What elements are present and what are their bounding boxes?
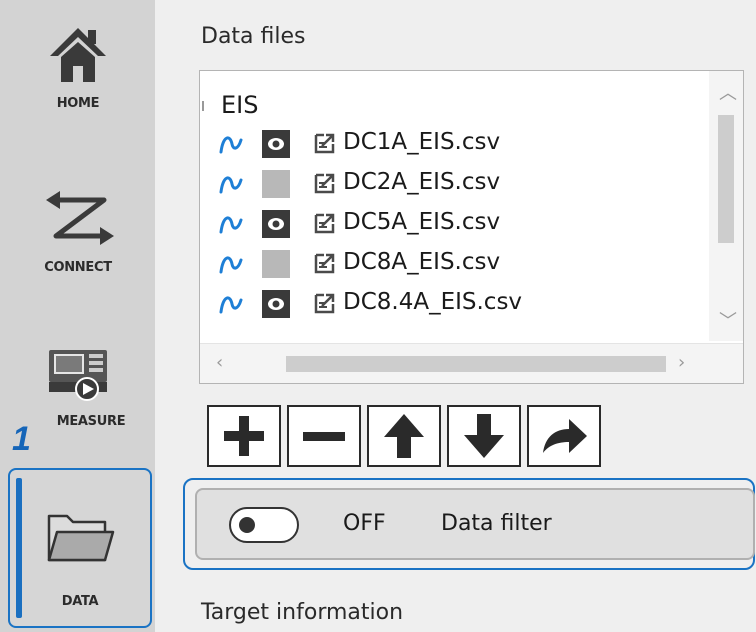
open-external-icon[interactable] — [312, 210, 338, 236]
horizontal-scrollbar[interactable]: ‹ › — [200, 343, 743, 383]
export-button[interactable] — [527, 405, 601, 467]
data-filter-highlight: OFF Data filter — [183, 478, 755, 570]
arrow-up-icon — [384, 414, 424, 458]
filter-state-text: OFF — [343, 511, 386, 536]
add-icon — [224, 416, 264, 456]
open-external-icon[interactable] — [312, 170, 338, 196]
measure-instrument-icon — [49, 350, 107, 401]
file-name: DC1A_EIS.csv — [343, 129, 501, 155]
remove-file-button[interactable] — [287, 405, 361, 467]
sidebar-item-label: CONNECT — [44, 260, 112, 275]
scroll-right-icon[interactable]: › — [678, 352, 685, 373]
file-row[interactable]: DC8.4A_EIS.csv — [218, 284, 698, 324]
move-up-button[interactable] — [367, 405, 441, 467]
active-indicator — [16, 478, 22, 618]
group-label[interactable]: EIS — [221, 91, 258, 119]
data-panel: Data files EIS DC1A_EIS.csv DC2A_EIS.csv D… — [155, 0, 756, 632]
file-name: DC8.4A_EIS.csv — [343, 289, 523, 315]
file-name: DC5A_EIS.csv — [343, 209, 501, 235]
scroll-up-icon[interactable]: ︿ — [719, 79, 737, 105]
sidebar: HOME CONNECT MEASURE DATA — [0, 0, 155, 632]
file-name: DC2A_EIS.csv — [343, 169, 501, 195]
file-name: DC8A_EIS.csv — [343, 249, 501, 275]
open-external-icon[interactable] — [312, 250, 338, 276]
data-files-list[interactable]: EIS DC1A_EIS.csv DC2A_EIS.csv DC5A_EIS.csv… — [199, 70, 744, 384]
waveform-icon — [219, 256, 243, 274]
vertical-scroll-thumb[interactable] — [718, 115, 734, 243]
waveform-icon — [219, 216, 243, 234]
step-callout-1: 1 — [12, 420, 31, 458]
sidebar-item-label: HOME — [56, 96, 100, 111]
vertical-scrollbar[interactable]: ︿ ﹀ — [709, 71, 743, 341]
eye-icon[interactable] — [262, 130, 290, 158]
tree-expander[interactable] — [202, 101, 204, 111]
file-row[interactable]: DC8A_EIS.csv — [218, 244, 698, 284]
open-external-icon[interactable] — [312, 130, 338, 156]
sidebar-item-home[interactable]: HOME — [8, 18, 148, 158]
hidden-eye-icon[interactable] — [262, 250, 290, 278]
file-row[interactable]: DC2A_EIS.csv — [218, 164, 698, 204]
scroll-down-icon[interactable]: ﹀ — [719, 307, 737, 333]
toggle-switch[interactable] — [229, 507, 299, 543]
folder-icon — [47, 514, 115, 562]
waveform-icon — [219, 296, 243, 314]
eye-icon[interactable] — [262, 290, 290, 318]
add-file-button[interactable] — [207, 405, 281, 467]
file-row[interactable]: DC1A_EIS.csv — [218, 124, 698, 164]
data-filter-toggle-button[interactable]: OFF Data filter — [195, 488, 755, 560]
waveform-icon — [219, 136, 243, 154]
sidebar-item-label: DATA — [61, 594, 99, 609]
share-arrow-icon — [543, 419, 587, 453]
horizontal-scroll-thumb[interactable] — [286, 356, 666, 372]
waveform-icon — [219, 176, 243, 194]
hidden-eye-icon[interactable] — [262, 170, 290, 198]
target-information-heading: Target information — [201, 600, 404, 625]
house-icon — [50, 28, 106, 82]
sidebar-item-data[interactable]: DATA — [8, 468, 152, 628]
sidebar-item-connect[interactable]: CONNECT — [8, 180, 148, 310]
scroll-left-icon[interactable]: ‹ — [216, 352, 223, 373]
connect-arrows-icon — [46, 191, 114, 245]
move-down-button[interactable] — [447, 405, 521, 467]
toggle-knob — [239, 517, 255, 533]
data-files-heading: Data files — [201, 24, 306, 49]
open-external-icon[interactable] — [312, 290, 338, 316]
filter-label: Data filter — [441, 511, 552, 536]
arrow-down-icon — [464, 414, 504, 458]
remove-icon — [303, 432, 345, 441]
file-row[interactable]: DC5A_EIS.csv — [218, 204, 698, 244]
eye-icon[interactable] — [262, 210, 290, 238]
